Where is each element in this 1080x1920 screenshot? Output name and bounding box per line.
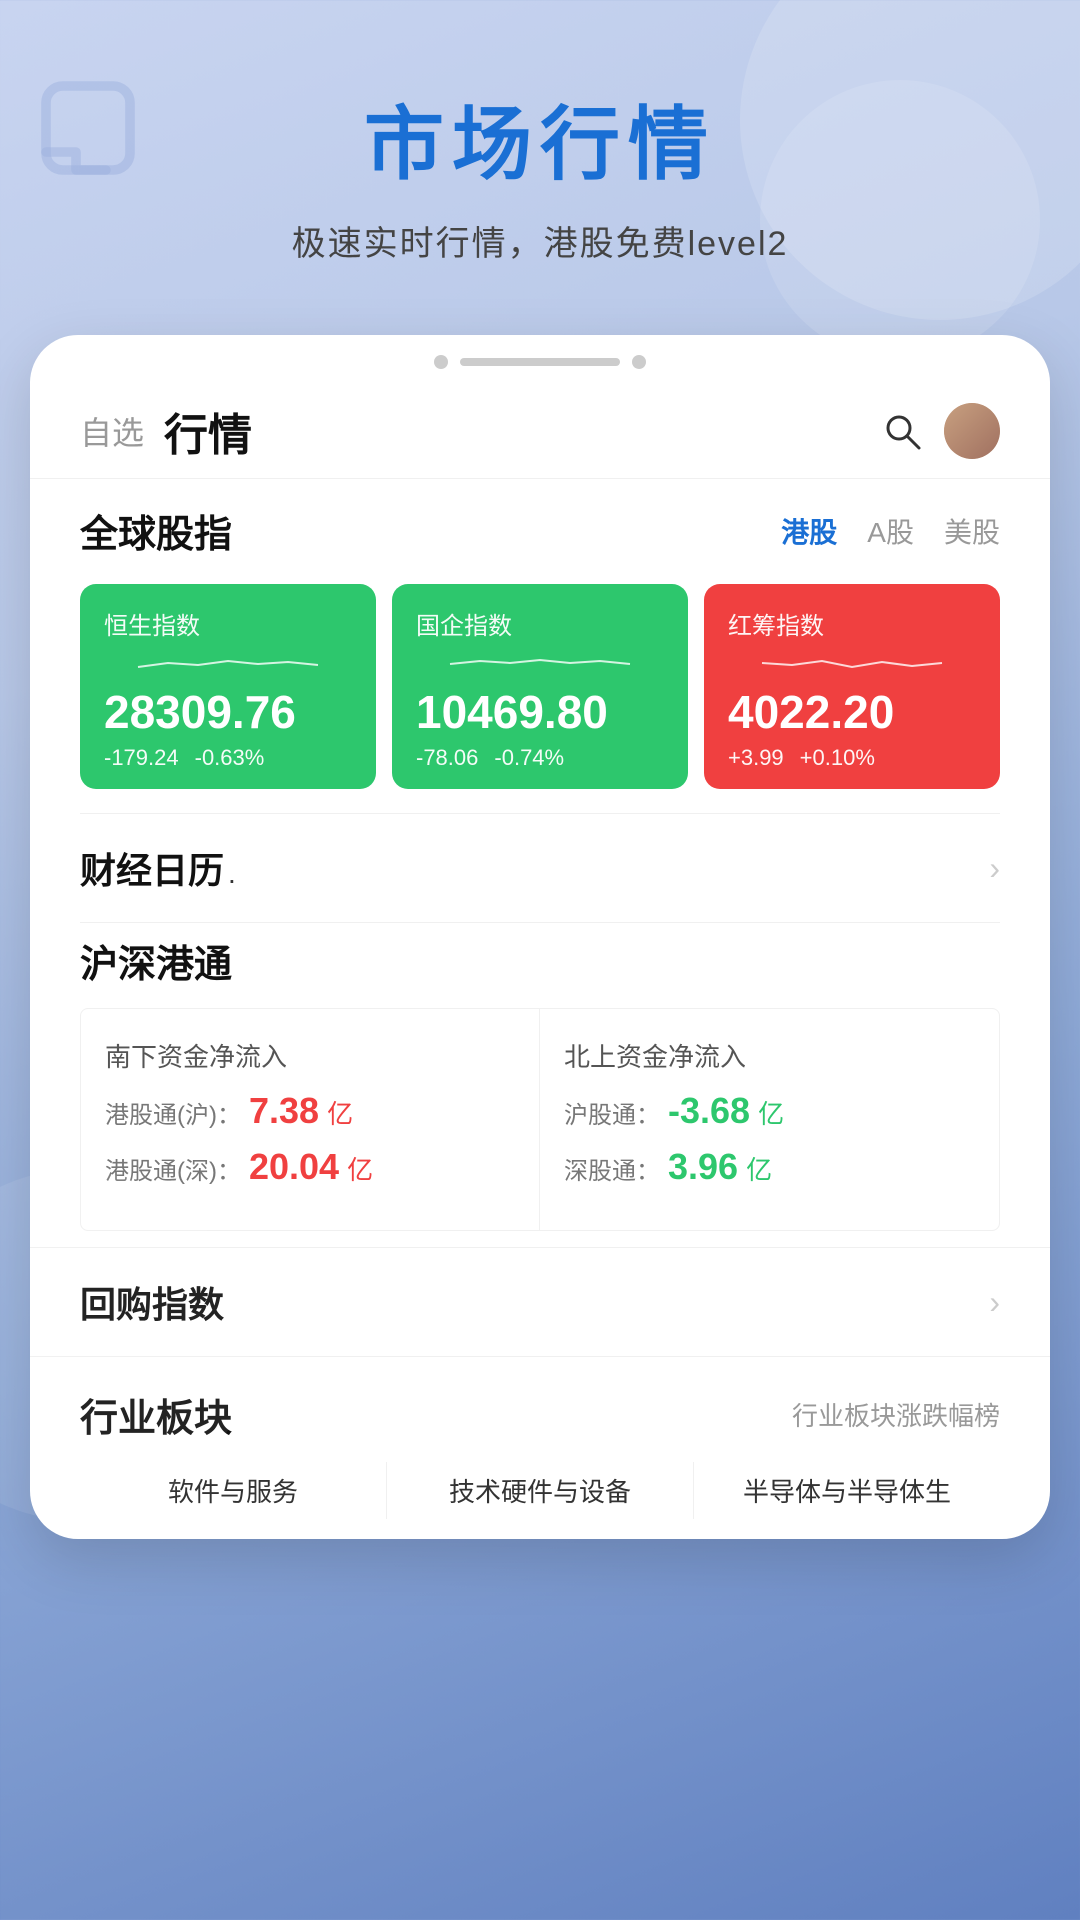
indicator-dot-right [632, 355, 646, 369]
buyback-arrow: › [989, 1284, 1000, 1321]
page-subtitle: 极速实时行情，港股免费level2 [60, 216, 1020, 265]
hsi-changes: -179.24 -0.63% [104, 745, 352, 771]
app-navbar: 自选 行情 [30, 379, 1050, 479]
hudao-cell-north: 北上资金净流入 沪股通： -3.68 亿 深股通： 3.96 亿 [540, 1009, 999, 1230]
hudao-north-unit-1: 亿 [758, 1094, 784, 1131]
hudao-south-value-2: 20.04 [249, 1146, 339, 1188]
hudao-south-label-1: 港股通(沪)： [105, 1095, 241, 1130]
industry-card-label-3: 半导体与半导体生 [743, 1477, 951, 1507]
hudao-south-unit-2: 亿 [347, 1150, 373, 1187]
index-card-hcci[interactable]: 红筹指数 4022.20 +3.99 +0.10% [704, 584, 1000, 789]
nav-zixuan-label[interactable]: 自选 [80, 408, 144, 454]
hcci-change: +3.99 [728, 745, 784, 771]
hsi-value: 28309.76 [104, 689, 352, 735]
hcci-name: 红筹指数 [728, 606, 976, 641]
global-index-title: 全球股指 [80, 503, 232, 558]
hscei-name: 国企指数 [416, 606, 664, 641]
industry-card-3[interactable]: 半导体与半导体生 [694, 1462, 1000, 1519]
industry-card-label-2: 技术硬件与设备 [449, 1477, 631, 1507]
avatar[interactable] [944, 403, 1000, 459]
tab-us[interactable]: 美股 [944, 511, 1000, 551]
index-cards-container: 恒生指数 28309.76 -179.24 -0.63% 国企指数 10469.… [30, 574, 1050, 813]
hsi-change: -179.24 [104, 745, 179, 771]
calendar-title: 财经日历 [80, 850, 224, 891]
financial-calendar-row[interactable]: 财经日历. › [30, 814, 1050, 922]
calendar-arrow: › [989, 850, 1000, 887]
hudao-south-value-1: 7.38 [249, 1090, 319, 1132]
index-card-hsi[interactable]: 恒生指数 28309.76 -179.24 -0.63% [80, 584, 376, 789]
hscei-changes: -78.06 -0.74% [416, 745, 664, 771]
search-icon[interactable] [880, 409, 924, 453]
hudao-north-label-2: 深股通： [564, 1151, 660, 1186]
calendar-dots: . [228, 858, 236, 889]
avatar-image [944, 403, 1000, 459]
hudao-north-row-2: 深股通： 3.96 亿 [564, 1146, 975, 1188]
hudao-south-unit-1: 亿 [327, 1094, 353, 1131]
hcci-change-pct: +0.10% [800, 745, 875, 771]
industry-card-label-1: 软件与服务 [168, 1477, 298, 1507]
nav-title-label: 行情 [164, 399, 252, 463]
hudao-north-label-1: 沪股通： [564, 1095, 660, 1130]
hudao-north-title: 北上资金净流入 [564, 1037, 975, 1074]
indicator-bar [460, 358, 620, 366]
hudao-title: 沪深港通 [80, 933, 1000, 988]
global-index-header: 全球股指 港股 A股 美股 [30, 479, 1050, 574]
page-title: 市场行情 [60, 80, 1020, 196]
hudao-south-row-2: 港股通(深)： 20.04 亿 [105, 1146, 515, 1188]
hudao-grid: 南下资金净流入 港股通(沪)： 7.38 亿 港股通(深)： 20.04 亿 北… [80, 1008, 1000, 1231]
hscei-wave [416, 649, 664, 679]
hudao-north-value-2: 3.96 [668, 1146, 738, 1188]
hudao-north-unit-2: 亿 [746, 1150, 772, 1187]
industry-link[interactable]: 行业板块涨跌幅榜 [792, 1396, 1000, 1433]
indicator-dot-left [434, 355, 448, 369]
hcci-changes: +3.99 +0.10% [728, 745, 976, 771]
nav-left: 自选 行情 [80, 399, 252, 463]
hscei-change-pct: -0.74% [494, 745, 564, 771]
nav-right [880, 403, 1000, 459]
hsi-change-pct: -0.63% [195, 745, 265, 771]
index-card-hscei[interactable]: 国企指数 10469.80 -78.06 -0.74% [392, 584, 688, 789]
hudao-south-row-1: 港股通(沪)： 7.38 亿 [105, 1090, 515, 1132]
hudao-section: 沪深港通 南下资金净流入 港股通(沪)： 7.38 亿 港股通(深)： 20.0… [30, 923, 1050, 1231]
hudao-south-title: 南下资金净流入 [105, 1037, 515, 1074]
hudao-north-value-1: -3.68 [668, 1090, 750, 1132]
index-tabs: 港股 A股 美股 [781, 511, 1000, 551]
hudao-north-row-1: 沪股通： -3.68 亿 [564, 1090, 975, 1132]
industry-card-2[interactable]: 技术硬件与设备 [387, 1462, 694, 1519]
hscei-change: -78.06 [416, 745, 478, 771]
hcci-value: 4022.20 [728, 689, 976, 735]
header-section: 市场行情 极速实时行情，港股免费level2 [0, 0, 1080, 305]
hsi-wave [104, 649, 352, 679]
hcci-wave [728, 649, 976, 679]
tab-a[interactable]: A股 [867, 511, 914, 551]
tab-hk[interactable]: 港股 [781, 511, 837, 551]
hsi-name: 恒生指数 [104, 606, 352, 641]
hscei-value: 10469.80 [416, 689, 664, 735]
app-logo [40, 80, 160, 200]
